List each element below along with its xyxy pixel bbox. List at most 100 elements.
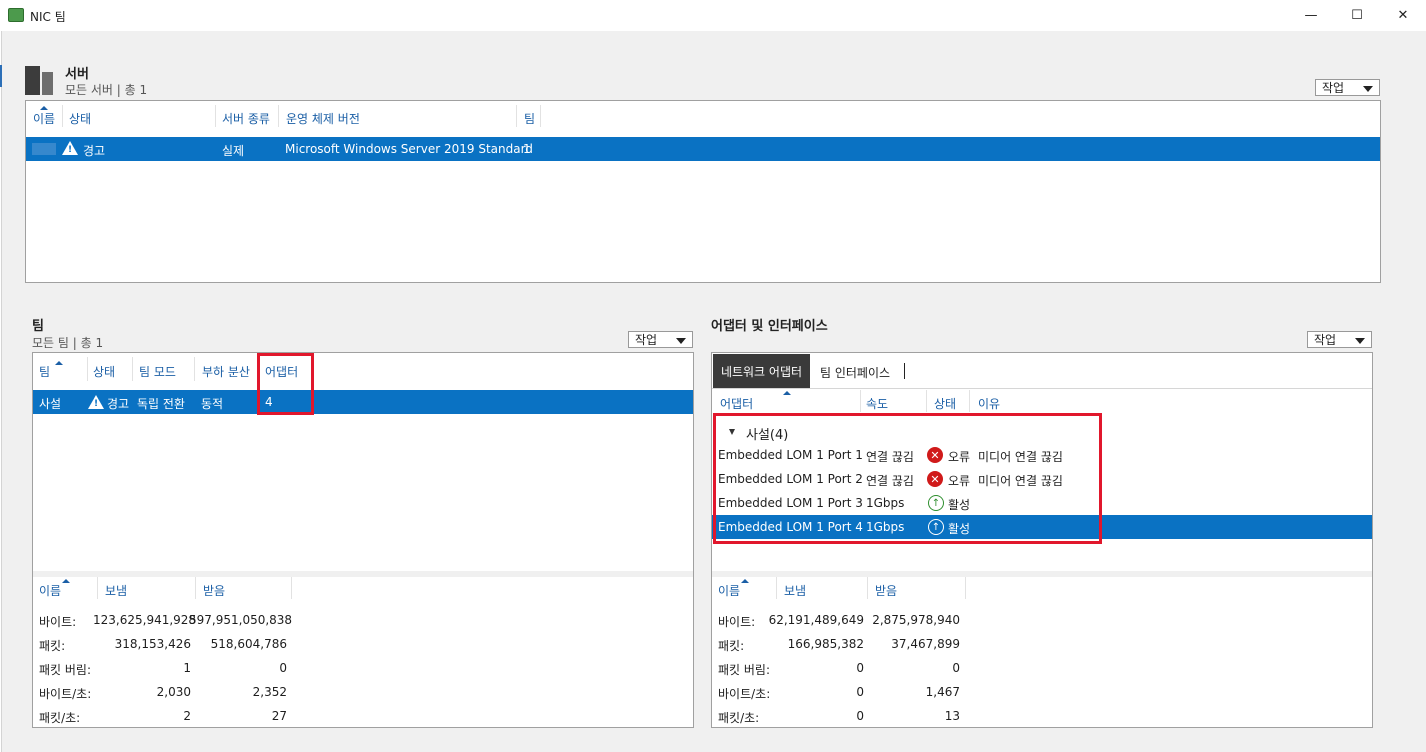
chevron-down-icon — [676, 338, 686, 344]
tab-team-interfaces[interactable]: 팀 인터페이스 — [820, 364, 890, 381]
server-status: 경고 — [83, 144, 106, 158]
team-stat-label: 패킷 버림: — [39, 663, 92, 677]
splitter[interactable] — [712, 571, 1372, 577]
sort-asc-icon — [783, 391, 791, 395]
servers-col-team[interactable]: 팀 — [524, 110, 535, 127]
window-title: NIC 팀 — [30, 10, 66, 24]
adapter-stat-recv: 37,467,899 — [891, 637, 960, 651]
team-stat-sent: 123,625,941,928 — [93, 613, 197, 627]
title-bar: NIC 팀 — ☐ ✕ — [0, 0, 1426, 31]
column-divider — [540, 105, 541, 127]
column-divider — [97, 577, 98, 599]
adapter-stat-label: 패킷: — [718, 639, 745, 653]
team-stat-label: 바이트: — [39, 615, 77, 629]
teams-col-team[interactable]: 팀 — [39, 363, 50, 380]
server-row[interactable]: ! 경고 실제 Microsoft Windows Server 2019 St… — [26, 137, 1380, 161]
server-name-redacted — [32, 143, 56, 155]
team-stat-label: 바이트/초: — [39, 687, 92, 701]
servers-title: 서버 — [65, 67, 89, 82]
adapters-col-adapter[interactable]: 어댑터 — [720, 395, 753, 412]
team-stat-recv: 27 — [271, 709, 287, 723]
teams-col-status[interactable]: 상태 — [93, 363, 115, 380]
team-stats-col-recv[interactable]: 받음 — [203, 582, 225, 599]
column-divider — [776, 577, 777, 599]
column-divider — [278, 105, 279, 127]
teams-col-mode[interactable]: 팀 모드 — [139, 363, 176, 380]
column-divider — [860, 390, 861, 412]
team-stat-recv: 2,352 — [252, 685, 287, 699]
adapter-stats-col-recv[interactable]: 받음 — [875, 582, 897, 599]
servers-col-status[interactable]: 상태 — [69, 110, 91, 127]
teams-action-button[interactable]: 작업 — [628, 331, 693, 348]
adapter-stat-recv: 0 — [952, 661, 960, 675]
adapters-title: 어댑터 및 인터페이스 — [711, 319, 828, 334]
team-name: 사설 — [39, 397, 62, 411]
servers-col-name[interactable]: 이름 — [33, 110, 55, 127]
adapters-col-state[interactable]: 상태 — [934, 395, 956, 412]
team-stat-sent: 2,030 — [156, 685, 191, 699]
team-status: 경고 — [107, 397, 130, 411]
server-type: 실제 — [222, 144, 245, 158]
adapters-col-speed[interactable]: 속도 — [866, 395, 888, 412]
teams-col-lb[interactable]: 부하 분산 — [202, 363, 250, 380]
team-lb: 동적 — [201, 397, 224, 411]
adapter-stats-col-sent[interactable]: 보냄 — [784, 582, 806, 599]
tab-divider — [904, 363, 905, 379]
server-icon — [25, 66, 53, 95]
adapters-action-button[interactable]: 작업 — [1307, 331, 1372, 348]
team-stats-col-sent[interactable]: 보냄 — [105, 582, 127, 599]
left-edge-marker — [0, 65, 2, 87]
team-stat-label: 패킷/초: — [39, 711, 81, 725]
tab-network-adapters[interactable]: 네트워크 어댑터 — [713, 354, 810, 388]
adapters-action-label: 작업 — [1314, 333, 1337, 347]
column-divider — [62, 105, 63, 127]
teams-subtitle: 모든 팀 | 총 1 — [32, 336, 104, 350]
team-stat-sent: 2 — [183, 709, 191, 723]
adapter-stat-recv: 2,875,978,940 — [872, 613, 960, 627]
team-stat-recv: 0 — [279, 661, 287, 675]
warning-icon-mark: ! — [94, 399, 99, 409]
sort-asc-icon — [741, 579, 749, 583]
adapters-panel: 네트워크 어댑터 팀 인터페이스 어댑터 속도 상태 이유 사설(4) Embe… — [711, 352, 1373, 728]
team-stat-sent: 1 — [183, 661, 191, 675]
teams-action-label: 작업 — [635, 333, 658, 347]
maximize-button[interactable]: ☐ — [1334, 0, 1380, 31]
adapter-stat-sent: 0 — [856, 685, 864, 699]
team-stats-col-name[interactable]: 이름 — [39, 582, 61, 599]
close-button[interactable]: ✕ — [1380, 0, 1426, 31]
column-divider — [965, 577, 966, 599]
servers-col-os[interactable]: 운영 체제 버전 — [286, 110, 360, 127]
adapters-highlight-box — [713, 413, 1102, 544]
adapters-col-reason[interactable]: 이유 — [978, 395, 1000, 412]
adapter-stat-label: 패킷/초: — [718, 711, 760, 725]
column-divider — [215, 105, 216, 127]
warning-icon-mark: ! — [68, 145, 73, 155]
column-divider — [195, 577, 196, 599]
splitter[interactable] — [33, 571, 693, 577]
teams-panel: 팀 상태 팀 모드 부하 분산 어댑터 사설 ! 경고 독립 전환 동적 4 이… — [32, 352, 694, 728]
adapter-stat-sent: 0 — [856, 709, 864, 723]
servers-col-type[interactable]: 서버 종류 — [222, 110, 270, 127]
column-divider — [194, 357, 195, 381]
minimize-button[interactable]: — — [1288, 0, 1334, 31]
adapter-stat-sent: 166,985,382 — [787, 637, 864, 651]
chevron-down-icon — [1355, 338, 1365, 344]
adapter-stat-label: 패킷 버림: — [718, 663, 771, 677]
teams-title: 팀 — [32, 319, 44, 334]
server-teams: 1 — [523, 142, 531, 156]
servers-action-button[interactable]: 작업 — [1315, 79, 1380, 96]
servers-action-label: 작업 — [1322, 81, 1345, 95]
team-stat-recv: 597,951,050,838 — [189, 613, 293, 627]
adapter-stat-sent: 0 — [856, 661, 864, 675]
adapter-stats-col-name[interactable]: 이름 — [718, 582, 740, 599]
server-os: Microsoft Windows Server 2019 Standard — [285, 142, 533, 156]
column-divider — [969, 390, 970, 412]
sort-asc-icon — [55, 361, 63, 365]
servers-panel: 이름 상태 서버 종류 운영 체제 버전 팀 ! 경고 실제 Microsoft… — [25, 100, 1381, 283]
sort-asc-icon — [62, 579, 70, 583]
column-divider — [132, 357, 133, 381]
chevron-down-icon — [1363, 86, 1373, 92]
column-divider — [87, 357, 88, 381]
team-row[interactable]: 사설 ! 경고 독립 전환 동적 4 — [33, 390, 693, 414]
column-divider — [867, 577, 868, 599]
